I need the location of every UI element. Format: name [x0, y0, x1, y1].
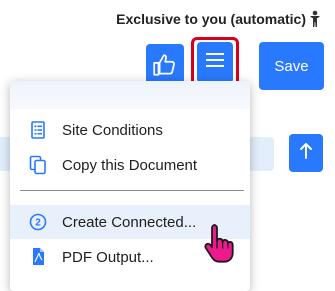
- menu-item-label: Site Conditions: [62, 121, 163, 139]
- arrow-up-icon: [299, 142, 313, 165]
- menu-divider: [20, 190, 244, 191]
- menu-item-label: PDF Output...: [62, 248, 154, 266]
- pdf-file-icon: [28, 247, 48, 267]
- background-input-field-end[interactable]: [246, 137, 274, 171]
- person-icon: [309, 10, 321, 28]
- hand-pointer-cursor-icon: [203, 222, 239, 266]
- copy-icon: [28, 155, 48, 175]
- numbered-circle-icon: 2: [28, 212, 48, 232]
- hamburger-menu-icon: [204, 51, 226, 74]
- menu-item-copy-document[interactable]: Copy this Document: [10, 148, 250, 182]
- exclusive-label: Exclusive to you (automatic): [116, 11, 306, 27]
- menu-item-site-conditions[interactable]: Site Conditions: [10, 113, 250, 147]
- dropdown-header: [10, 81, 250, 109]
- numbered-circle-digit: 2: [35, 218, 41, 229]
- thumbs-up-icon: [152, 52, 178, 83]
- menu-item-label: Create Connected...: [62, 213, 197, 231]
- menu-button[interactable]: [197, 42, 233, 83]
- menu-item-label: Copy this Document: [62, 156, 198, 174]
- scroll-up-button[interactable]: [289, 134, 323, 172]
- document-list-icon: [28, 120, 48, 140]
- save-button[interactable]: Save: [259, 42, 324, 90]
